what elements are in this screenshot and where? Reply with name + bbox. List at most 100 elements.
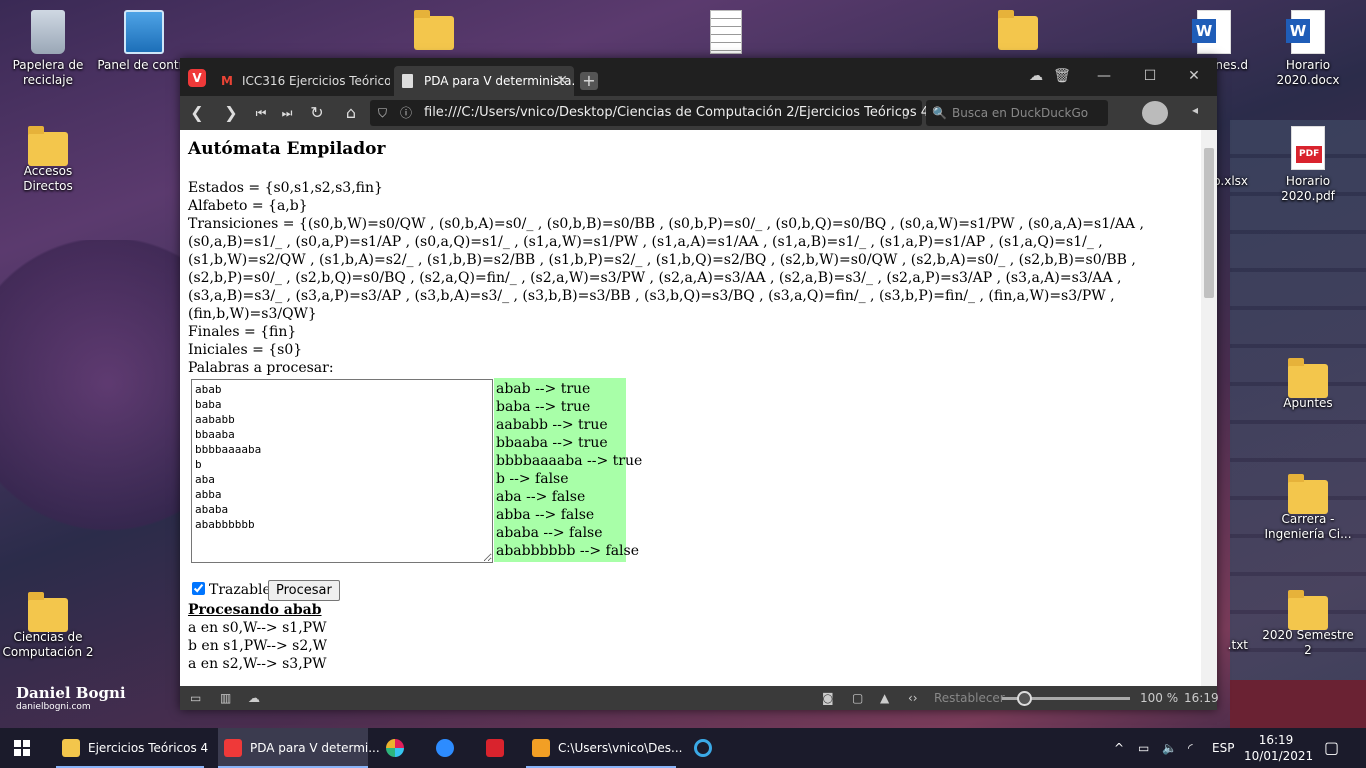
back-button[interactable]: ❮ — [186, 103, 208, 123]
finales-text: Finales = {fin} — [188, 324, 297, 340]
fast-forward-button[interactable]: ⏭ — [276, 103, 298, 123]
zoom-icon — [436, 739, 454, 757]
windows-start-icon[interactable] — [14, 740, 30, 756]
desktop-icon-apuntes[interactable]: Apuntes — [1260, 358, 1356, 411]
camera-icon[interactable]: ▭ — [1138, 728, 1149, 768]
page-title: Autómata Empilador — [188, 139, 386, 159]
taskbar-app-download[interactable] — [480, 728, 516, 768]
reset-zoom-label[interactable]: Restablecer — [934, 686, 1005, 710]
result-line: baba --> true — [496, 399, 591, 415]
new-tab-button[interactable]: + — [580, 72, 598, 90]
taskbar-app-label: PDA para V determi... — [250, 741, 380, 755]
close-tab-icon[interactable]: ✕ — [556, 66, 568, 96]
desktop-icon-horario-docx[interactable]: Horario 2020.docx — [1260, 10, 1356, 88]
taskbar-app-zoom[interactable] — [430, 728, 466, 768]
input-output-row: abab baba aababb bbaaba bbbbaaaaba b aba… — [188, 377, 1193, 565]
result-line: b --> false — [496, 471, 569, 487]
language-indicator[interactable]: ESP — [1212, 728, 1234, 768]
result-line: abab --> true — [496, 381, 591, 397]
desktop-icon-label: 2020 Semestre 2 — [1262, 628, 1354, 657]
show-hidden-icons[interactable]: ^ — [1114, 728, 1124, 768]
desktop-icon-document[interactable] — [678, 10, 774, 58]
panel-toggle-icon[interactable]: ◂ — [1192, 103, 1198, 117]
close-window-button[interactable]: ✕ — [1184, 68, 1204, 84]
folder-icon — [1288, 358, 1328, 398]
taskbar-app-label: C:\Users\vnico\Des... — [558, 741, 683, 755]
wifi-icon[interactable]: ◜ — [1188, 728, 1193, 768]
result-line: aababb --> true — [496, 417, 608, 433]
home-icon[interactable]: ⌂ — [340, 103, 362, 123]
vivaldi-icon — [224, 739, 242, 757]
tab-tiling-icon[interactable]: ▥ — [220, 686, 231, 710]
taskbar-app-explorer[interactable]: Ejercicios Teóricos 4 — [56, 728, 208, 768]
address-bar: ❮ ❯ ⏮ ⏭ ↻ ⌂ ⛉ ⓘ file:///C:/Users/vnico/D… — [180, 96, 1217, 130]
taskbar-app-sublime[interactable]: C:\Users\vnico\Des... — [526, 728, 682, 768]
zoom-level: 100 % — [1140, 691, 1179, 705]
desktop-icon-accesos-directos[interactable]: Accesos Directos — [0, 126, 96, 194]
page-scrollbar[interactable] — [1201, 130, 1217, 686]
minimize-button[interactable]: — — [1094, 68, 1114, 84]
forward-button[interactable]: ❯ — [220, 103, 242, 123]
window-icon[interactable]: ▢ — [852, 686, 863, 710]
result-line: bbaaba --> true — [496, 435, 608, 451]
tab-pda[interactable]: PDA para V determinista.ht ✕ — [394, 66, 574, 96]
control-panel-icon — [124, 10, 164, 54]
vivaldi-menu-icon[interactable]: V — [188, 69, 206, 87]
info-icon[interactable]: ⓘ — [400, 100, 412, 126]
desktop-icon-pdf-folder[interactable] — [970, 10, 1066, 50]
trash-icon[interactable]: 🗑 — [1052, 68, 1072, 84]
reload-icon[interactable]: ↻ — [306, 103, 328, 123]
rewind-button[interactable]: ⏮ — [250, 103, 272, 123]
shield-icon[interactable]: ⛉ — [378, 100, 387, 126]
taskbar-app-refresh[interactable] — [688, 728, 724, 768]
capture-icon[interactable]: ◙ — [822, 686, 834, 710]
gmail-icon: M — [221, 74, 233, 88]
desktop-icon-ciencias-computacion[interactable]: Ciencias de Computación 2 — [0, 592, 96, 660]
bookmark-icon[interactable]: ▯ — [902, 100, 909, 126]
pdf-folder-icon — [1288, 590, 1328, 630]
result-line: bbbbaaaaba --> true — [496, 453, 643, 469]
zoom-slider-knob[interactable] — [1017, 691, 1032, 706]
taskbar-app-vivaldi[interactable]: PDA para V determi... — [218, 728, 380, 768]
desktop-icon-carrera[interactable]: Carrera - Ingeniería Ci... — [1260, 474, 1356, 542]
desktop-icon-control-panel[interactable]: Panel de contro — [96, 10, 192, 73]
cloud-icon[interactable]: ☁ — [1026, 68, 1046, 84]
trace-line: b en s1,PW--> s2,W — [188, 638, 328, 654]
sync-cloud-icon[interactable]: ☁ — [248, 686, 260, 710]
folder-icon — [62, 739, 80, 757]
code-icon[interactable]: ‹› — [908, 686, 918, 710]
maximize-button[interactable]: ☐ — [1140, 68, 1160, 84]
desktop-icon-label: Accesos Directos — [23, 164, 73, 193]
alfabeto-text: Alfabeto = {a,b} — [188, 198, 308, 214]
desktop-icon-horario-pdf[interactable]: Horario 2020.pdf — [1260, 126, 1356, 204]
result-line: ababa --> false — [496, 525, 603, 541]
scroll-thumb[interactable] — [1204, 148, 1214, 298]
taskbar-app-slack[interactable] — [380, 728, 416, 768]
notifications-icon[interactable]: ▢ — [1324, 728, 1339, 768]
procesar-button[interactable]: Procesar — [268, 580, 340, 601]
url-field[interactable]: ⛉ ⓘ file:///C:/Users/vnico/Desktop/Cienc… — [370, 100, 946, 126]
image-icon[interactable]: ▲ — [880, 686, 889, 710]
search-input[interactable] — [952, 100, 1102, 126]
processing-title: Procesando abab — [188, 602, 322, 618]
status-clock: 16:19 — [1184, 691, 1219, 705]
taskbar-clock[interactable]: 16:19 10/01/2021 — [1244, 732, 1313, 764]
profile-avatar[interactable] — [1142, 101, 1168, 125]
words-textarea[interactable]: abab baba aababb bbaaba bbbbaaaaba b aba… — [191, 379, 493, 563]
wallpaper-shape — [1230, 680, 1366, 730]
result-line: ababbbbbb --> false — [496, 543, 639, 559]
search-box[interactable]: 🔍 — [926, 100, 1108, 126]
panel-toggle-icon[interactable]: ▭ — [190, 686, 201, 710]
trazable-checkbox[interactable] — [192, 582, 205, 595]
result-line: aba --> false — [496, 489, 586, 505]
desktop-icon-semestre[interactable]: 2020 Semestre 2 — [1260, 590, 1356, 658]
controls-row: Trazable Procesar — [188, 579, 1193, 601]
iniciales-text: Iniciales = {s0} — [188, 342, 303, 358]
desktop-icon-label: Papelera de reciclaje — [12, 58, 84, 87]
tab-gmail[interactable]: M ICC316 Ejercicios Teóricos # — [212, 66, 390, 96]
estados-text: Estados = {s0,s1,s2,s3,fin} — [188, 180, 383, 196]
volume-icon[interactable]: 🔈 — [1162, 728, 1177, 768]
desktop-icon-folder[interactable] — [386, 10, 482, 50]
desktop-icon-recycle-bin[interactable]: Papelera de reciclaje — [0, 10, 96, 88]
wallpaper-credit: Daniel Bogni danielbogni.com — [16, 684, 126, 712]
